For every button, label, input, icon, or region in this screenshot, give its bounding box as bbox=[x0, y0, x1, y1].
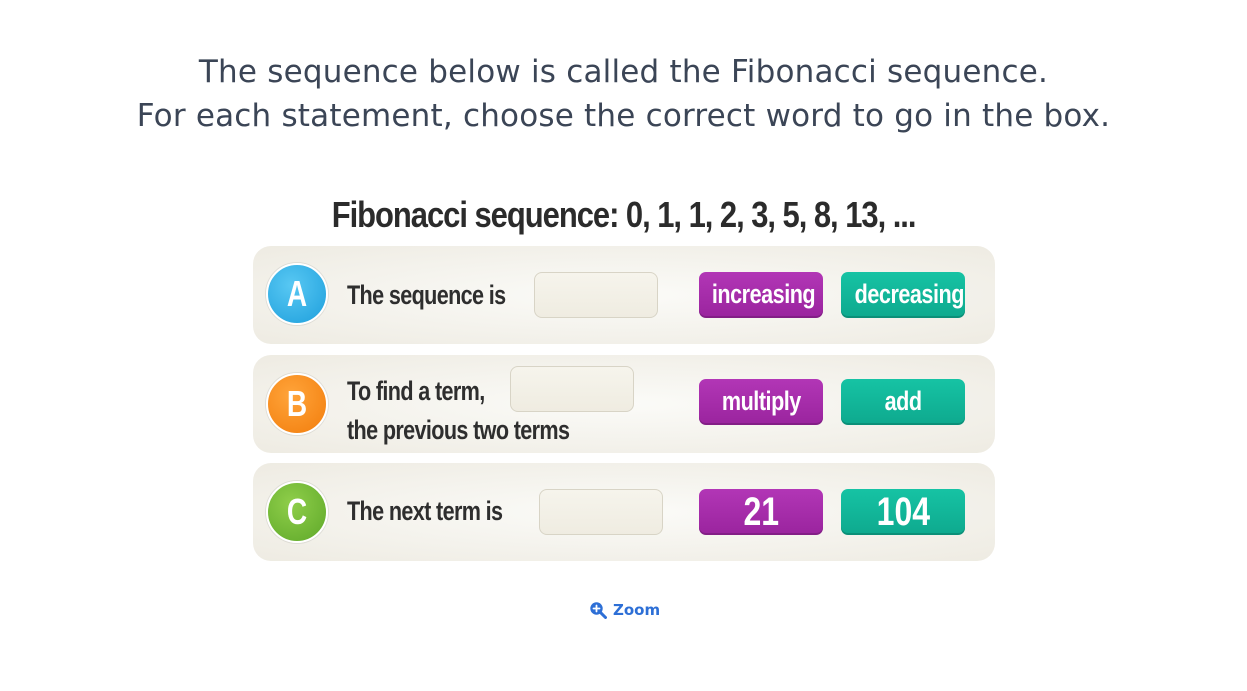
option-increasing-label: increasing bbox=[711, 279, 816, 309]
instructions-line-2: For each statement, choose the correct w… bbox=[136, 98, 1111, 134]
badge-b: B bbox=[266, 373, 328, 435]
statement-b-text-line-2: the previous two terms bbox=[347, 415, 570, 445]
option-multiply-label: multiply bbox=[721, 386, 801, 416]
option-increasing-button[interactable]: increasing bbox=[699, 272, 823, 318]
option-decreasing-button[interactable]: decreasing bbox=[841, 272, 965, 318]
answer-box-c[interactable] bbox=[539, 489, 663, 535]
option-21-button[interactable]: 21 bbox=[699, 489, 823, 535]
badge-b-letter: B bbox=[286, 383, 308, 424]
option-multiply-button[interactable]: multiply bbox=[699, 379, 823, 425]
instructions-line-1: The sequence below is called the Fibonac… bbox=[198, 54, 1049, 90]
option-add-label: add bbox=[884, 386, 922, 416]
badge-a-letter: A bbox=[286, 273, 308, 314]
statement-b-row: B To find a term, the previous two terms… bbox=[253, 355, 995, 453]
instructions: The sequence below is called the Fibonac… bbox=[0, 50, 1247, 138]
statement-a-text: The sequence is bbox=[347, 280, 506, 310]
option-21-label: 21 bbox=[743, 490, 779, 534]
option-decreasing-label: decreasing bbox=[854, 279, 965, 309]
statement-c-text: The next term is bbox=[347, 496, 503, 526]
sequence-title: Fibonacci sequence: 0, 1, 1, 2, 3, 5, 8,… bbox=[331, 194, 917, 235]
option-add-button[interactable]: add bbox=[841, 379, 965, 425]
answer-box-b[interactable] bbox=[510, 366, 634, 412]
badge-c: C bbox=[266, 481, 328, 543]
zoom-in-icon bbox=[590, 602, 607, 619]
statement-a-row: A The sequence is increasing decreasing bbox=[253, 246, 995, 344]
statement-b-text-line-1: To find a term, bbox=[347, 376, 485, 406]
answer-box-a[interactable] bbox=[534, 272, 658, 318]
zoom-button[interactable]: Zoom bbox=[589, 599, 660, 621]
option-104-button[interactable]: 104 bbox=[841, 489, 965, 535]
badge-a: A bbox=[266, 263, 328, 325]
option-104-label: 104 bbox=[876, 490, 930, 534]
badge-c-letter: C bbox=[286, 491, 308, 532]
zoom-label: Zoom bbox=[613, 601, 661, 619]
statement-c-row: C The next term is 21 104 bbox=[253, 463, 995, 561]
